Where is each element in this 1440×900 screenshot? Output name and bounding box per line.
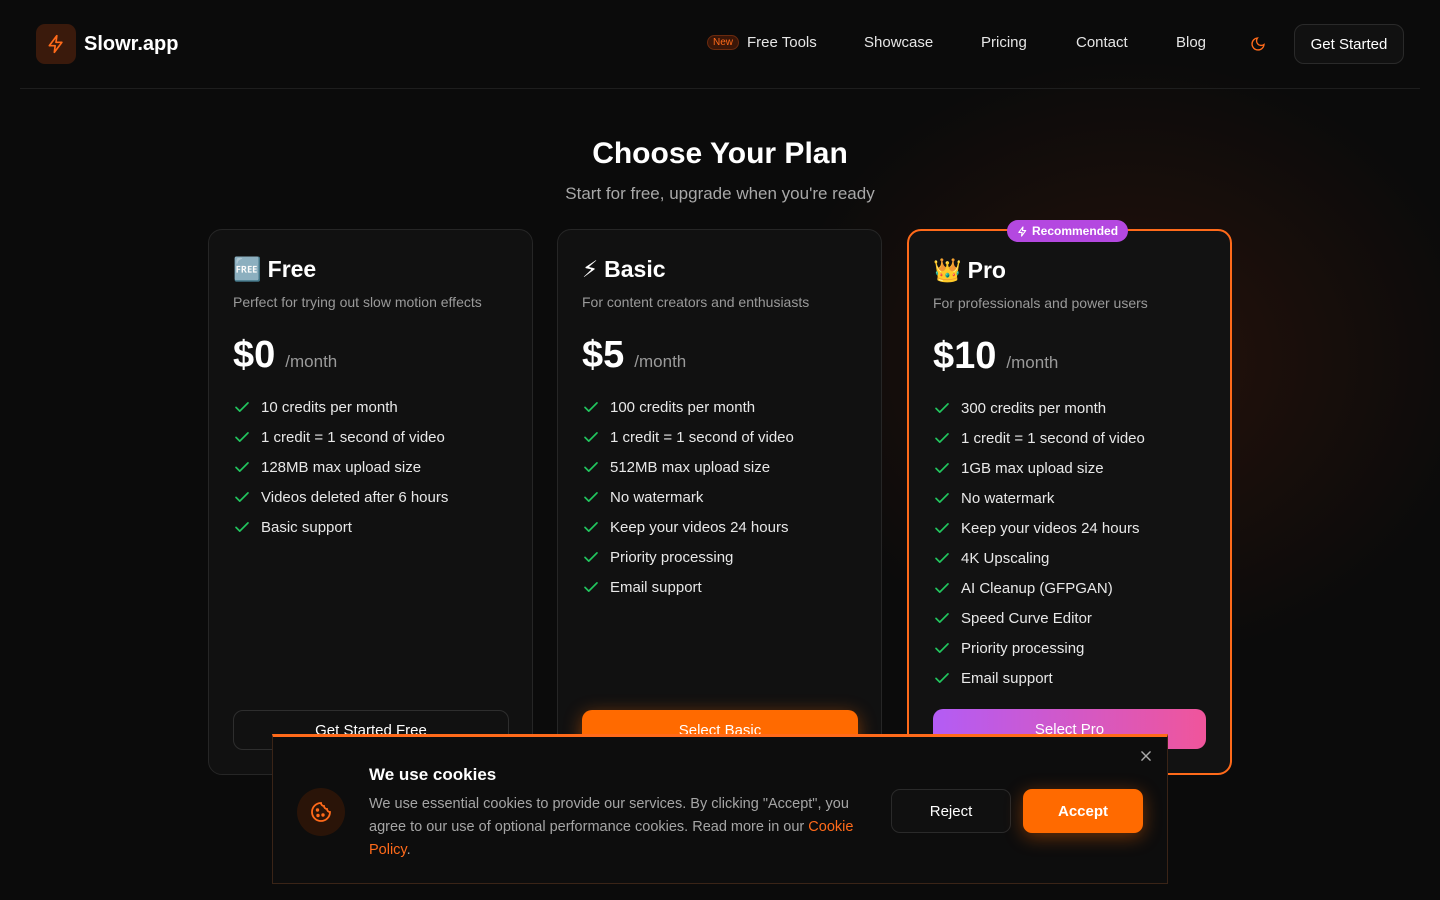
feature-item: 1 credit = 1 second of video [582, 422, 794, 452]
nav-showcase[interactable]: Showcase [864, 34, 933, 51]
get-started-button[interactable]: Get Started [1294, 24, 1404, 64]
check-icon [584, 522, 598, 532]
plan-name: Free [267, 256, 317, 282]
bolt-emoji-icon: ⚡ [582, 256, 599, 282]
price-value: $5 [582, 334, 625, 376]
page-title: Choose Your Plan [592, 137, 848, 170]
nav-contact[interactable]: Contact [1076, 34, 1128, 51]
plan-description: Perfect for trying out slow motion effec… [233, 294, 482, 310]
cookie-icon-wrap [297, 788, 345, 836]
check-icon [935, 553, 949, 563]
plan-card-basic: ⚡ Basic For content creators and enthusi… [557, 229, 882, 775]
cookie-banner: We use cookies We use essential cookies … [272, 734, 1168, 884]
plan-card-pro: Recommended 👑 Pro For professionals and … [907, 220, 1232, 775]
site-header: Slowr.app New Free Tools Showcase Pricin… [20, 0, 1420, 89]
feature-item: Priority processing [933, 633, 1145, 663]
price-period: /month [1006, 353, 1059, 372]
feature-item: 512MB max upload size [582, 452, 794, 482]
moon-icon [1251, 37, 1265, 51]
nav-free-tools[interactable]: Free Tools [747, 34, 817, 51]
brand-name[interactable]: Slowr.app [84, 33, 178, 56]
logo[interactable] [36, 24, 76, 64]
feature-item: 128MB max upload size [233, 452, 448, 482]
feature-list: 10 credits per month 1 credit = 1 second … [233, 392, 448, 542]
feature-item: Email support [582, 572, 794, 602]
plan-price: $10 /month [933, 335, 1058, 378]
plan-description: For content creators and enthusiasts [582, 294, 810, 310]
check-icon [584, 582, 598, 592]
feature-item: 1GB max upload size [933, 453, 1145, 483]
feature-item: No watermark [933, 483, 1145, 513]
check-icon [235, 492, 249, 502]
accept-button[interactable]: Accept [1023, 789, 1143, 833]
feature-item: Keep your videos 24 hours [933, 513, 1145, 543]
check-icon [235, 432, 249, 442]
check-icon [935, 523, 949, 533]
plan-name: Pro [967, 257, 1006, 283]
nav-pricing[interactable]: Pricing [981, 34, 1027, 51]
feature-list: 300 credits per month 1 credit = 1 second… [933, 393, 1145, 693]
feature-item: Speed Curve Editor [933, 603, 1145, 633]
nav-blog[interactable]: Blog [1176, 34, 1206, 51]
price-period: /month [285, 352, 338, 371]
plan-price: $0 /month [233, 334, 337, 377]
new-badge: New [707, 35, 740, 50]
check-icon [584, 552, 598, 562]
bolt-icon [48, 34, 63, 54]
feature-item: Email support [933, 663, 1145, 693]
feature-item: Priority processing [582, 542, 794, 572]
plan-price: $5 /month [582, 334, 686, 377]
feature-item: Keep your videos 24 hours [582, 512, 794, 542]
feature-item: 100 credits per month [582, 392, 794, 422]
page-subtitle: Start for free, upgrade when you're read… [565, 184, 875, 203]
plan-name: Basic [604, 256, 666, 282]
plan-description: For professionals and power users [933, 295, 1148, 311]
check-icon [935, 493, 949, 503]
check-icon [584, 402, 598, 412]
feature-item: 1 credit = 1 second of video [233, 422, 448, 452]
check-icon [935, 403, 949, 413]
cookie-icon [311, 802, 331, 822]
feature-item: No watermark [582, 482, 794, 512]
cookie-title: We use cookies [369, 765, 497, 784]
feature-item: 4K Upscaling [933, 543, 1145, 573]
free-emoji-icon: 🆓 [233, 256, 262, 282]
check-icon [935, 673, 949, 683]
theme-toggle[interactable] [1250, 36, 1266, 57]
check-icon [235, 402, 249, 412]
check-icon [584, 492, 598, 502]
close-banner-button[interactable] [1139, 749, 1153, 768]
check-icon [935, 433, 949, 443]
price-value: $0 [233, 334, 276, 376]
feature-item: Videos deleted after 6 hours [233, 482, 448, 512]
price-value: $10 [933, 335, 997, 377]
check-icon [935, 613, 949, 623]
check-icon [584, 432, 598, 442]
feature-item: 10 credits per month [233, 392, 448, 422]
feature-item: Basic support [233, 512, 448, 542]
feature-item: 300 credits per month [933, 393, 1145, 423]
feature-list: 100 credits per month 1 credit = 1 second… [582, 392, 794, 602]
sparkle-icon [1018, 225, 1027, 237]
price-period: /month [634, 352, 687, 371]
crown-emoji-icon: 👑 [933, 257, 962, 283]
cookie-text: We use essential cookies to provide our … [369, 796, 854, 858]
plan-card-free: 🆓 Free Perfect for trying out slow motio… [208, 229, 533, 775]
check-icon [235, 522, 249, 532]
feature-item: 1 credit = 1 second of video [933, 423, 1145, 453]
check-icon [935, 463, 949, 473]
check-icon [935, 583, 949, 593]
reject-button[interactable]: Reject [891, 789, 1011, 833]
check-icon [584, 462, 598, 472]
feature-item: AI Cleanup (GFPGAN) [933, 573, 1145, 603]
check-icon [935, 643, 949, 653]
check-icon [235, 462, 249, 472]
close-icon [1141, 751, 1151, 761]
recommended-badge: Recommended [1007, 220, 1129, 242]
